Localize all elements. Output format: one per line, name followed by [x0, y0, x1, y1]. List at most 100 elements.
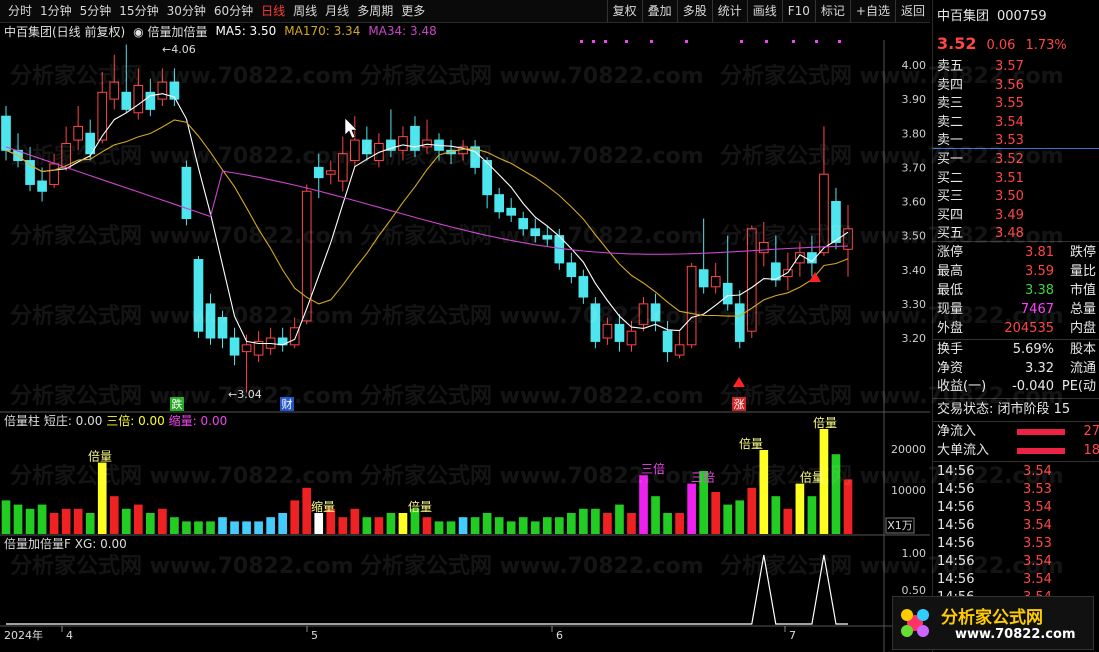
period-tab[interactable]: 月线 [321, 0, 353, 22]
candle-body [530, 228, 541, 237]
bid-ask-divider [933, 148, 1099, 149]
volume-bar [663, 513, 672, 534]
volume-bar [843, 479, 853, 534]
bid-level: 买三 3.50 [937, 188, 1096, 206]
ask-label: 卖四 [937, 77, 964, 93]
vol-signal-label: 三倍 [641, 461, 665, 476]
period-tab[interactable]: 分时 [4, 0, 36, 22]
chart-canvas[interactable]: 4.00 3.90 3.80 3.70 3.60 3.50 3.40 3.30 3.20 ←4.0… [0, 40, 930, 652]
candle-body [758, 241, 769, 254]
stat-right-label: 内盘 [1069, 321, 1096, 336]
tick-time: 14:56 [937, 500, 975, 515]
vol-tick: 10000 [891, 484, 926, 497]
tool-button[interactable]: 画线 [746, 0, 782, 22]
period-tab[interactable]: 日线 [257, 0, 289, 22]
price-change-pct: 1.73% [1025, 38, 1067, 53]
vol-panel-header: 倍量柱 短庄: 0.00 三倍: 0.00 缩量: 0.00 [4, 413, 227, 428]
last-price: 3.52 [937, 34, 977, 53]
volume-bar [470, 517, 480, 534]
tool-button[interactable]: 统计 [711, 0, 747, 22]
tool-button[interactable]: 多股 [676, 0, 712, 22]
volume-bar [759, 450, 769, 534]
volume-bar [639, 475, 648, 534]
volume-bar [314, 513, 324, 534]
tool-buttons: 复权 叠加 多股 统计 画线 F10 标记 +自选 返回 [606, 0, 930, 22]
tool-button[interactable]: 标记 [814, 0, 850, 22]
vol-signal-label: 倍量 [800, 470, 824, 485]
tick-time: 14:56 [937, 536, 975, 551]
tick-price: 3.54 [1023, 464, 1052, 479]
signal-marker-money: 财 [282, 397, 293, 411]
xg-line [6, 554, 848, 625]
stat-right-label: PE(动 [1061, 379, 1096, 394]
tick-row: 14:56 3.54 [937, 463, 1096, 481]
tick-row: 14:56 3.53 [937, 481, 1096, 499]
date-axis-label: 4 [66, 629, 73, 642]
volume-bar [61, 508, 71, 534]
period-tab[interactable]: 60分钟 [210, 0, 257, 22]
ask-price: 3.55 [995, 96, 1024, 111]
ask-level: 卖四 3.56 [937, 77, 1096, 95]
volume-bar [158, 508, 167, 534]
stat-label: 现量 [937, 302, 964, 317]
volume-bar [278, 513, 287, 534]
candle-body [181, 166, 192, 220]
vol-tick: 20000 [891, 443, 926, 456]
ma5-value: MA5: 3.50 [215, 24, 277, 38]
period-tab[interactable]: 更多 [397, 0, 429, 22]
volume-bar [25, 508, 35, 534]
tick-price: 3.53 [1023, 536, 1052, 551]
volume-bar [73, 508, 83, 534]
tool-button[interactable]: 叠加 [641, 0, 677, 22]
volume-bar [254, 521, 263, 534]
price-tick: 3.60 [902, 196, 927, 209]
candle-body [37, 180, 47, 192]
trade-state-row: 交易状态: 闭市阶段 15 [937, 401, 1096, 419]
period-toolbar: 分时 1分钟 5分钟 15分钟 30分钟 60分钟 日线 周线 月线 多周期 更多 复权 叠加 多股 统计… [0, 0, 930, 23]
period-tab[interactable]: 1分钟 [36, 0, 76, 22]
period-tab[interactable]: 15分钟 [115, 0, 162, 22]
candle-body [734, 303, 745, 342]
candle-body [241, 344, 252, 353]
tool-button[interactable]: F10 [781, 0, 815, 22]
volume-bar [194, 521, 203, 534]
quote-panel: 中百集团 000759 3.52 0.06 1.73% 卖五 3.57 卖四 3.56 卖三 3.5… [932, 0, 1099, 652]
period-tab[interactable]: 5分钟 [76, 0, 116, 22]
volume-bar [146, 513, 155, 534]
xg-panel-header: 倍量加倍量F XG: 0.00 [4, 536, 127, 551]
candle-body [349, 139, 360, 162]
flow-bar [1017, 429, 1065, 435]
volume-bar [338, 517, 348, 534]
price-change: 0.06 [986, 38, 1016, 53]
tool-button[interactable]: +自选 [849, 0, 895, 22]
vol-signal-label: 倍量 [408, 499, 432, 514]
indicator-dropdown[interactable]: ◉ 倍量加倍量 [133, 23, 207, 40]
period-tab[interactable]: 周线 [289, 0, 321, 22]
stat-label: 净资 [937, 360, 964, 376]
stat-label: 外盘 [937, 321, 964, 336]
candle-body [157, 81, 168, 100]
bid-price: 3.51 [995, 170, 1024, 186]
tick-time: 14:56 [937, 572, 975, 587]
candle-body [578, 276, 589, 298]
period-tab[interactable]: 多周期 [353, 0, 397, 22]
tool-button[interactable]: 返回 [894, 0, 930, 22]
volume-bar [807, 496, 817, 534]
trade-state: 交易状态: 闭市阶段 15 [937, 402, 1071, 417]
volume-bar [530, 521, 540, 534]
ask-level: 卖五 3.57 [937, 58, 1096, 76]
candle-body [518, 218, 529, 230]
stat-label: 换手 [937, 342, 964, 357]
tool-button[interactable]: 复权 [606, 0, 642, 22]
signal-dot [765, 40, 768, 43]
volume-bar [170, 517, 179, 534]
tick-row: 14:56 3.54 [937, 571, 1096, 589]
bid-label: 买一 [937, 152, 964, 167]
stat-right-label: 跌停 [1069, 245, 1096, 260]
stat-value: -0.040 [1012, 379, 1054, 394]
price-tick: 3.40 [902, 264, 927, 277]
xg-tick: 1.00 [902, 547, 927, 560]
period-tab[interactable]: 30分钟 [163, 0, 210, 22]
candle-body [109, 81, 120, 100]
volume-bar [711, 492, 721, 534]
